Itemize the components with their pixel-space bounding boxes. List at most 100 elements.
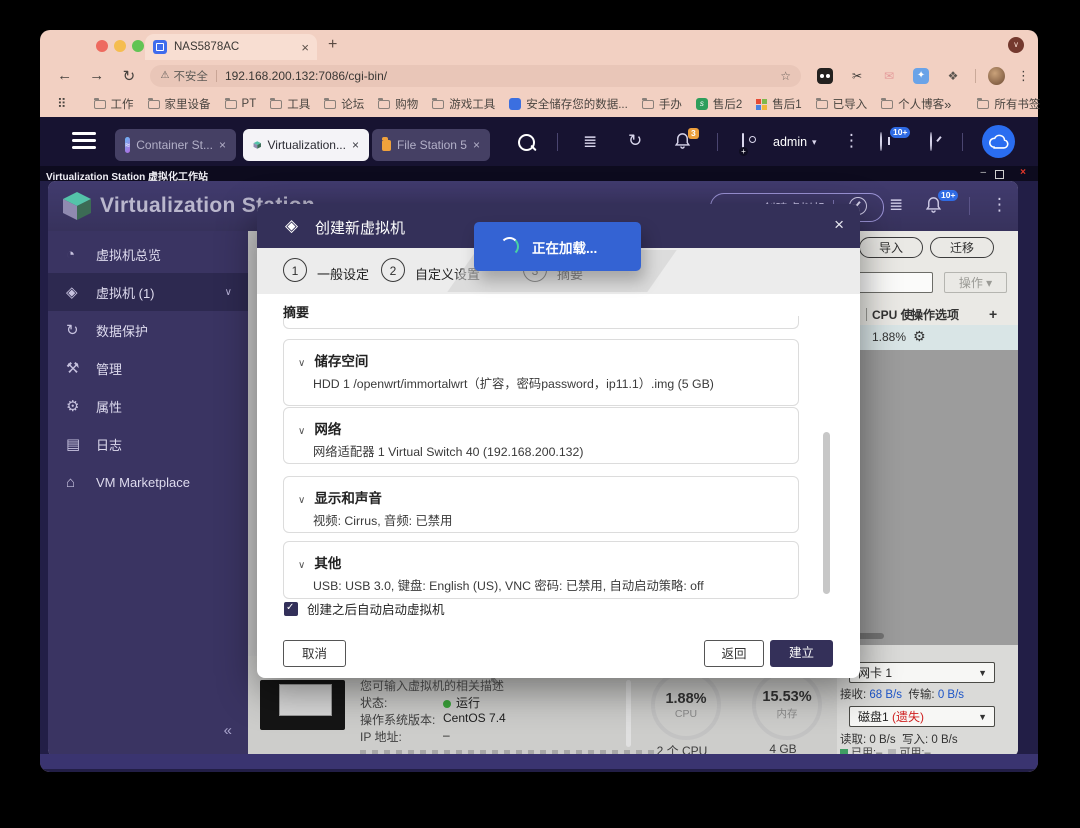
bookmark-item[interactable]: 安全储存您的数据... [509,96,628,112]
action-dropdown[interactable]: 操作 ▾ [944,272,1007,293]
sidebar-item-marketplace[interactable]: ⌂VM Marketplace [48,463,248,501]
extension-icon-2[interactable]: ✦ [913,68,929,84]
bookmarks-overflow-icon[interactable]: » [944,97,951,112]
column-actions[interactable]: 操作选项 [911,306,959,323]
bookmark-item[interactable]: s售后2 [696,96,742,112]
background-tasks-icon[interactable]: ≣ [583,133,597,150]
bookmark-item[interactable]: 家里设备 [148,96,211,112]
forward-icon[interactable]: → [89,67,104,84]
vs-window-titlebar[interactable]: Virtualization Station 虚拟化工作站 – × [40,166,1038,181]
tab-search-button[interactable]: ∨ [1008,37,1024,53]
extensions-puzzle-icon[interactable]: ❖ [945,68,961,84]
column-cpu[interactable]: CPU 使 [872,306,913,323]
extension-icon-1[interactable] [817,68,833,84]
search-icon[interactable] [518,134,535,151]
url-text[interactable]: 192.168.200.132:7086/cgi-bin/ [225,69,780,83]
bookmark-item[interactable]: 手办 [642,96,682,112]
nas-tab-container-station[interactable]: ≈ Container St... × [115,129,236,161]
dialog-close-icon[interactable]: × [834,215,844,235]
summary-card-other[interactable]: ∨其他 USB: USB 3.0, 键盘: English (US), VNC … [283,541,799,599]
bookmark-item[interactable]: PT [225,98,257,110]
vm-settings-gear-icon[interactable]: ⚙ [913,328,926,345]
summary-card-storage[interactable]: ∨储存空间 HDD 1 /openwrt/immortalwrt（扩容，密码pa… [283,339,799,406]
section-title[interactable]: 网络 [314,422,341,437]
sidebar-collapse-icon[interactable]: « [224,722,232,739]
user-name[interactable]: admin [773,135,807,149]
vm-thumbnail[interactable] [260,680,345,730]
address-bar[interactable]: ⚠ 不安全 192.168.200.132:7086/cgi-bin/ ☆ [150,65,801,87]
sidebar-item-management[interactable]: ⚒管理 [48,349,248,387]
autostart-checkbox[interactable] [284,602,298,616]
step-2-circle[interactable]: 2 [381,258,405,282]
all-bookmarks[interactable]: 所有书签 [977,96,1040,112]
main-menu-icon[interactable] [72,132,96,153]
section-title[interactable]: 其他 [314,556,341,571]
nas-tab-virtualization-station[interactable]: Virtualization... × [243,129,369,161]
bookmark-item[interactable]: 论坛 [324,96,364,112]
bookmark-star-icon[interactable]: ☆ [780,69,791,83]
vm-description-placeholder[interactable]: 您可输入虚拟机的相关描述 [360,677,504,694]
migrate-button[interactable]: 迁移 [930,237,994,258]
profile-avatar[interactable] [988,67,1005,85]
sidebar-item-vms[interactable]: ◈虚拟机 (1)∨ [48,273,248,311]
tasks-icon[interactable]: ≣ [889,196,903,213]
user-menu-chevron-icon[interactable]: ▾ [812,137,817,148]
myqnapcloud-icon[interactable] [982,125,1015,158]
close-icon[interactable]: × [219,138,226,152]
extension-scissors-icon[interactable]: ✂ [849,68,865,84]
cancel-button[interactable]: 取消 [283,640,346,667]
sidebar-item-properties[interactable]: ⚙属性 [48,387,248,425]
close-icon[interactable]: × [473,138,480,152]
create-button[interactable]: 建立 [770,640,833,667]
back-icon[interactable]: ← [57,67,72,84]
autostart-row[interactable]: 创建之后自动启动虚拟机 [284,599,445,618]
summary-card-network[interactable]: ∨网络 网络适配器 1 Virtual Switch 40 (192.168.2… [283,407,799,464]
back-button[interactable]: 返回 [704,640,764,667]
vs-more-icon[interactable]: ⋮ [991,196,1008,213]
sidebar-item-overview[interactable]: ◔虚拟机总览 [48,235,248,273]
bookmark-item[interactable]: 游戏工具 [432,96,495,112]
summary-card-display-audio[interactable]: ∨显示和声音 视频: Cirrus, 音频: 已禁用 [283,476,799,533]
close-icon[interactable]: × [352,138,359,152]
new-tab-button[interactable]: + [328,36,337,54]
reload-icon[interactable]: ↻ [121,67,136,85]
fullscreen-traffic-light[interactable] [132,40,144,52]
dialog-scrollbar[interactable] [823,432,830,594]
extension-mail-icon[interactable]: ✉ [881,68,897,84]
vm-io-panel: 网卡 1▼ 接收: 68 B/s 传输: 0 B/s 磁盘1 (遗失)▼ 读取:… [837,645,1018,757]
close-window-icon[interactable]: × [1020,167,1026,178]
minimize-traffic-light[interactable] [114,40,126,52]
maximize-icon[interactable] [995,170,1004,179]
bookmark-item[interactable]: 售后1 [756,96,801,112]
user-icon[interactable] [742,133,744,152]
browser-tab[interactable]: NAS5878AC × [145,34,317,60]
step-1-circle[interactable]: 1 [283,258,307,282]
tab-close-icon[interactable]: × [301,40,309,55]
bookmark-item[interactable]: 工具 [270,96,310,112]
dashboard-gauge-icon[interactable] [930,132,932,151]
section-title[interactable]: 显示和声音 [314,491,382,506]
vm-table-row[interactable]: 1.88% ⚙ [837,325,1018,350]
section-title[interactable]: 储存空间 [314,354,368,369]
more-options-icon[interactable]: ⋮ [843,132,860,149]
browser-menu-icon[interactable]: ⋮ [1017,68,1030,84]
bookmark-item[interactable]: 已导入 [816,96,868,112]
import-button[interactable]: 导入 [859,237,923,258]
disk-dropdown[interactable]: 磁盘1 (遗失)▼ [849,706,995,727]
sync-icon[interactable]: ↻ [628,132,642,149]
sidebar-item-logs[interactable]: ▤日志 [48,425,248,463]
resource-monitor-icon[interactable] [880,132,882,151]
bookmark-item[interactable]: 购物 [378,96,418,112]
nas-tab-file-station[interactable]: File Station 5 × [372,129,490,161]
close-traffic-light[interactable] [96,40,108,52]
step-1-label[interactable]: 一般设定 [317,264,369,283]
add-column-icon[interactable]: + [989,306,997,322]
bookmark-item[interactable]: 个人博客 [881,96,944,112]
sidebar-item-data-protection[interactable]: ↻数据保护 [48,311,248,349]
cpu-percent: 1.88% [665,691,706,707]
minimize-icon[interactable]: – [980,167,986,178]
apps-grid-icon[interactable]: ⠿ [57,96,68,112]
bookmark-item[interactable]: 工作 [94,96,134,112]
nic-dropdown[interactable]: 网卡 1▼ [849,662,995,683]
details-scrollbar[interactable] [626,680,631,747]
